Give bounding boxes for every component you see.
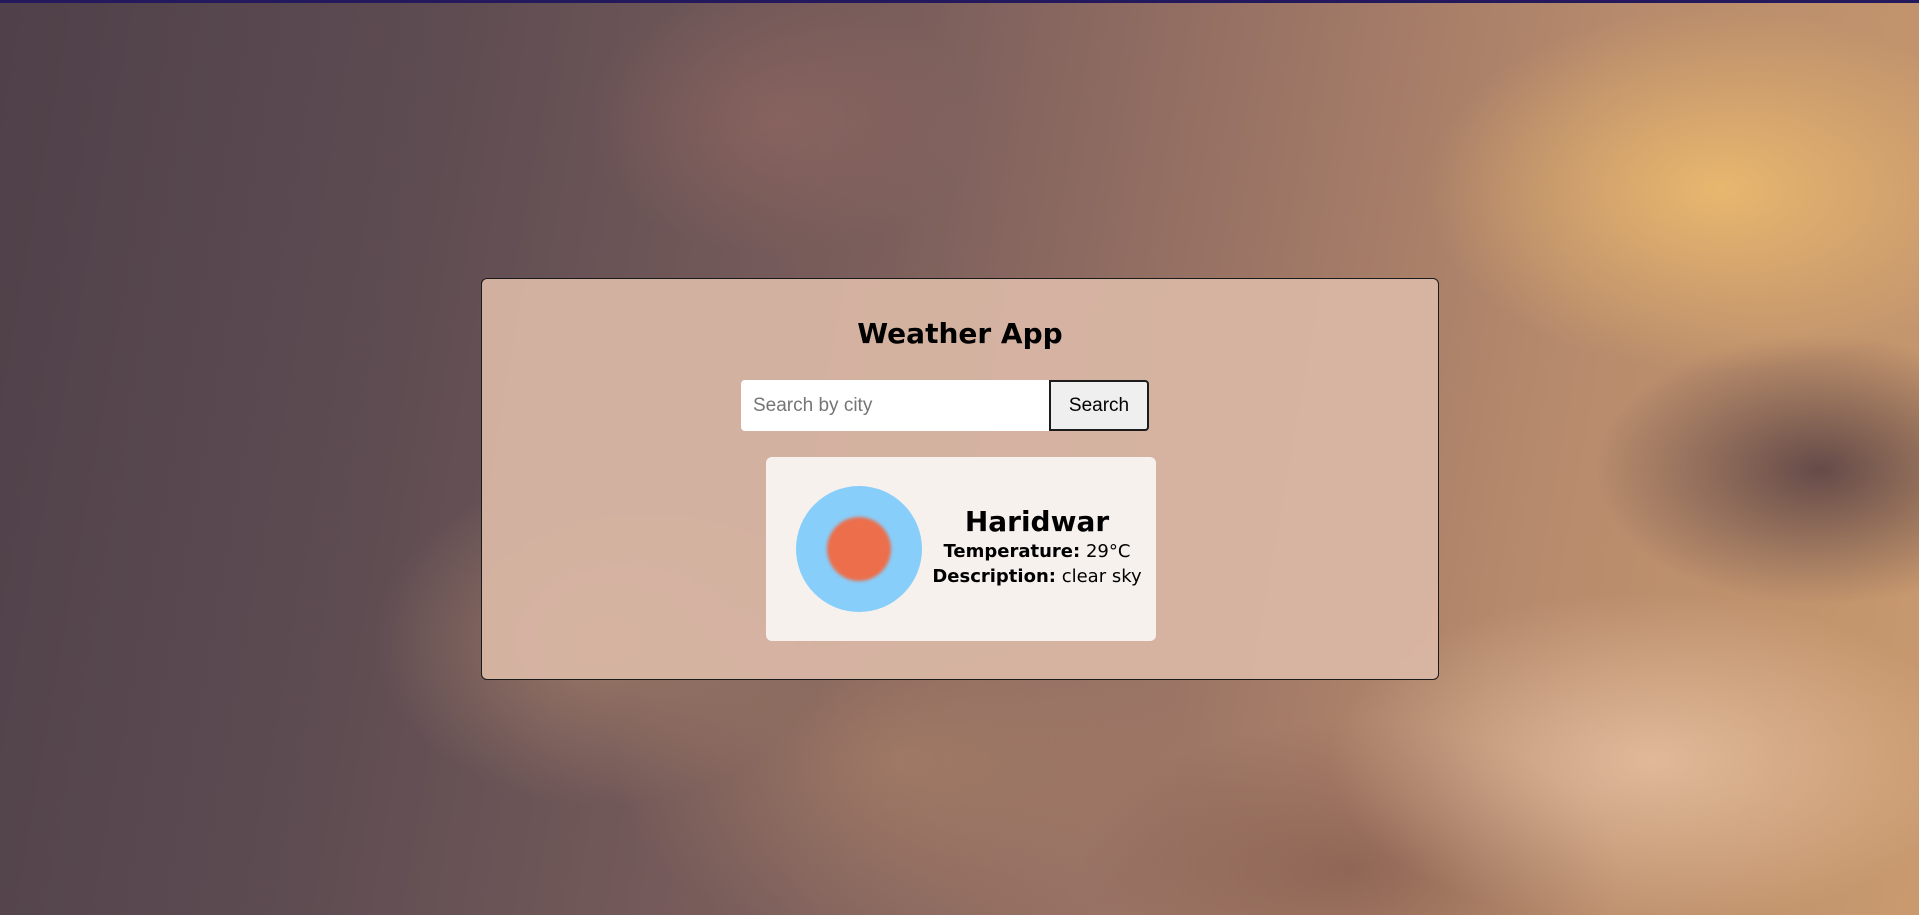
search-button[interactable]: Search [1049,380,1149,431]
description-value: clear sky [1061,566,1142,587]
temperature-line: Temperature: 29°C [928,539,1146,564]
city-search-input[interactable] [741,380,1049,431]
temperature-value: 29°C [1085,541,1131,562]
clear-sky-sun-icon [796,486,922,612]
temperature-label: Temperature: [943,541,1081,562]
city-name: Haridwar [964,505,1110,538]
weather-info: Haridwar Temperature: 29°C Description: … [928,505,1146,589]
description-label: Description: [932,566,1056,587]
weather-app-panel: Weather App Search Haridwar Temperature:… [481,278,1439,680]
description-line: Description: clear sky [928,564,1146,589]
search-bar: Search [741,380,1149,431]
app-title: Weather App [857,317,1063,350]
weather-result-card: Haridwar Temperature: 29°C Description: … [766,457,1156,641]
top-strip [0,0,1919,3]
